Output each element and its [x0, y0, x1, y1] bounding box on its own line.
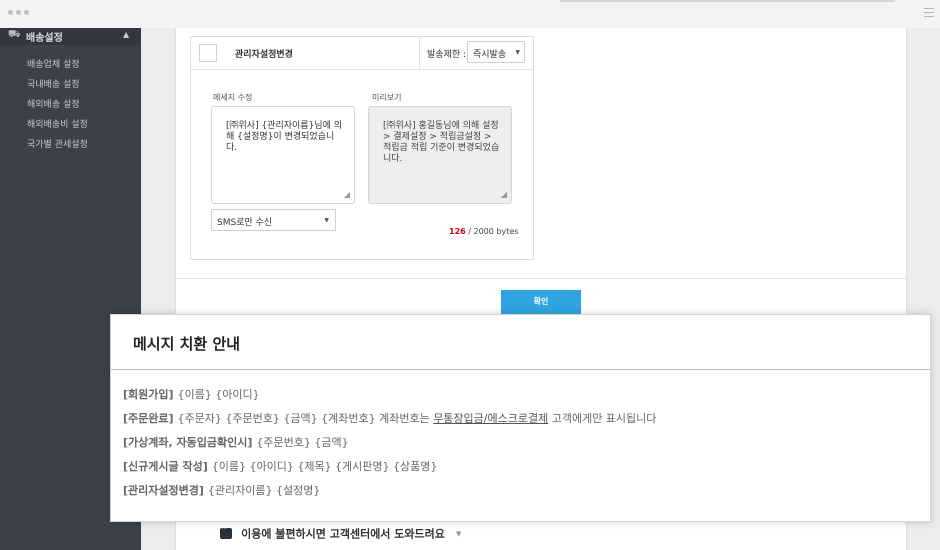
row-text: {주문번호} {금액}	[256, 436, 349, 449]
row-suffix: 고객에게만 표시됩니다	[548, 412, 657, 425]
sidebar-item-overseas-fee[interactable]: 해외배송비 설정	[27, 115, 88, 135]
sidebar-item-overseas[interactable]: 해외배송 설정	[27, 95, 88, 115]
sms-option-select[interactable]: SMS로만 수신 ▼	[211, 209, 336, 231]
row-text: {이름} {아이디}	[177, 388, 260, 401]
list-item: [신규게시글 작성] {이름} {아이디} {제목} {게시판명} {상품명}	[123, 459, 656, 483]
message-edit-textarea[interactable]: [㈜위사] {관리자이름}님에 의해 {설정명}이 변경되었습니다. ◢	[211, 106, 355, 204]
section-divider	[176, 278, 906, 279]
byte-counter: 126 / 2000 bytes	[449, 227, 518, 236]
list-item: [주문완료] {주문자} {주문번호} {금액} {계좌번호} 계좌번호는 무통장…	[123, 411, 656, 435]
sidebar-menu: 배송업체 설정 국내배송 설정 해외배송 설정 해외배송비 설정 국가별 관세설…	[27, 55, 88, 155]
caret-down-icon[interactable]: ▼	[456, 530, 461, 538]
row-category: [주문완료]	[123, 412, 174, 425]
window-dot-icon	[24, 10, 29, 15]
byte-count: 126	[449, 227, 466, 236]
help-bar[interactable]: 이용에 불편하시면 고객센터에서 도와드려요 ▼	[220, 523, 461, 541]
byte-total: / 2000 bytes	[465, 227, 519, 236]
caret-down-icon: ▼	[324, 217, 329, 224]
payment-method-link[interactable]: 무통장입금/에스크로결제	[433, 412, 548, 425]
substitution-list: [회원가입] {이름} {아이디} [주문완료] {주문자} {주문번호} {금액}…	[123, 387, 656, 507]
sidebar-item-carrier[interactable]: 배송업체 설정	[27, 55, 88, 75]
edit-label: 메세지 수정	[213, 93, 253, 102]
list-item: [관리자설정변경] {관리자이름} {설정명}	[123, 483, 656, 507]
row-category: [관리자설정변경]	[123, 484, 204, 497]
window-dots	[8, 10, 29, 15]
preview-label: 미리보기	[372, 93, 402, 102]
list-item: [가상계좌, 자동입금확인시] {주문번호} {금액}	[123, 435, 656, 459]
window-dot-icon	[8, 10, 13, 15]
panel-title: 메시지 치환 안내	[133, 335, 241, 353]
caret-down-icon: ▼	[515, 49, 520, 56]
card-header: 관리자설정변경 발송제한 : 즉시발송 ▼	[191, 37, 533, 70]
chevron-up-icon[interactable]: ▲	[123, 30, 129, 39]
sidebar-section-title: 배송설정	[26, 33, 63, 44]
send-limit-label: 발송제한 :	[427, 50, 467, 60]
row-category: [신규게시글 작성]	[123, 460, 208, 473]
message-preview-text: [㈜위사] 홍길동님에 의해 설정 > 결제설정 > 적립금설정 > 적립금 적…	[383, 121, 500, 164]
chat-bubble-icon	[220, 524, 232, 539]
row-text: {주문자} {주문번호} {금액} {계좌번호} 계좌번호는	[177, 412, 434, 425]
message-card: 관리자설정변경 발송제한 : 즉시발송 ▼ 메세지 수정 미리보기 [㈜위사] …	[190, 36, 534, 260]
sidebar-item-domestic[interactable]: 국내배송 설정	[27, 75, 88, 95]
truck-icon: ⛟	[8, 29, 21, 40]
help-text: 이용에 불편하시면 고객센터에서 도와드려요	[241, 527, 445, 541]
hamburger-menu-icon[interactable]	[924, 8, 934, 18]
message-preview-box: [㈜위사] 홍길동님에 의해 설정 > 결제설정 > 적립금설정 > 적립금 적…	[368, 106, 512, 204]
header-divider	[419, 37, 420, 69]
row-category: [회원가입]	[123, 388, 174, 401]
address-bar[interactable]	[560, 0, 895, 2]
panel-divider	[111, 369, 930, 370]
sms-option-value: SMS로만 수신	[217, 218, 273, 228]
substitution-guide-panel: 메시지 치환 안내 [회원가입] {이름} {아이디} [주문완료] {주문자} {…	[110, 314, 931, 522]
send-limit-select[interactable]: 즉시발송 ▼	[467, 41, 525, 63]
row-category: [가상계좌, 자동입금확인시]	[123, 436, 253, 449]
row-text: {관리자이름} {설정명}	[207, 484, 321, 497]
send-limit-value: 즉시발송	[473, 50, 507, 60]
window-dot-icon	[16, 10, 21, 15]
sidebar-item-customs[interactable]: 국가별 관세설정	[27, 135, 88, 155]
resize-handle-icon: ◢	[500, 190, 507, 199]
card-title: 관리자설정변경	[235, 50, 293, 60]
message-edit-text: [㈜위사] {관리자이름}님에 의해 {설정명}이 변경되었습니다.	[226, 121, 342, 153]
list-item: [회원가입] {이름} {아이디}	[123, 387, 656, 411]
row-text: {이름} {아이디} {제목} {게시판명} {상품명}	[211, 460, 438, 473]
sidebar-section-header[interactable]: ⛟ 배송설정 ▲	[0, 28, 141, 45]
resize-handle-icon[interactable]: ◢	[344, 191, 350, 199]
window-titlebar	[0, 0, 940, 29]
confirm-button[interactable]: 확인	[501, 290, 581, 314]
enable-checkbox[interactable]	[199, 44, 217, 62]
